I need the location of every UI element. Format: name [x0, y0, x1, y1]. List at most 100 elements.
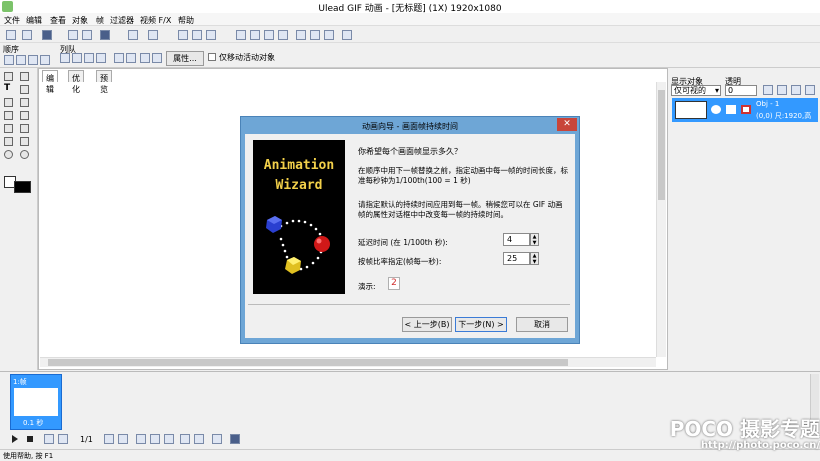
delete-icon[interactable]	[278, 30, 288, 40]
lock-icon[interactable]	[726, 105, 736, 114]
send-back-icon[interactable]	[40, 55, 50, 65]
export-icon[interactable]	[250, 30, 260, 40]
marquee-tool-icon[interactable]	[20, 72, 29, 81]
next-button[interactable]: 下一步(N) >	[455, 317, 507, 332]
add-video-icon[interactable]	[100, 30, 110, 40]
transparency-input[interactable]: 0	[725, 85, 757, 96]
back-button[interactable]: < 上一步(B)	[402, 317, 452, 332]
fps-label: 按帧比率指定(帧每一秒):	[358, 257, 442, 266]
duplicate-frame-icon[interactable]	[150, 434, 160, 444]
layer-add-icon[interactable]	[763, 85, 773, 95]
menu-file[interactable]: 文件	[4, 15, 20, 26]
web-icon[interactable]	[296, 30, 306, 40]
open-file-icon[interactable]	[22, 30, 32, 40]
tab-edit[interactable]: 编辑	[42, 70, 58, 94]
copy-icon[interactable]	[192, 30, 202, 40]
brush-tool-icon[interactable]	[4, 98, 13, 107]
send-backward-icon[interactable]	[28, 55, 38, 65]
reverse-icon[interactable]	[212, 434, 222, 444]
show-mode-select[interactable]: 仅可视的 ▾	[671, 85, 721, 96]
last-frame-icon[interactable]	[118, 434, 128, 444]
fps-input[interactable]: 25	[503, 252, 530, 265]
align-right-icon[interactable]	[84, 53, 94, 63]
undo-icon[interactable]	[128, 30, 138, 40]
eye-icon[interactable]	[711, 105, 721, 114]
frame-preview-image	[14, 388, 58, 416]
properties-button[interactable]: 属性...	[166, 51, 204, 66]
fps-stepper[interactable]: ▲ ▼	[530, 252, 539, 265]
cancel-button[interactable]: 取消	[516, 317, 568, 332]
tab-optimize[interactable]: 优化	[68, 70, 84, 94]
menu-view[interactable]: 查看	[50, 15, 66, 26]
actual-size-icon[interactable]	[20, 137, 29, 146]
help-pointer-icon[interactable]	[342, 30, 352, 40]
ellipse-tool-icon[interactable]	[20, 111, 29, 120]
layer-delete-icon[interactable]	[791, 85, 801, 95]
prev-frame-icon[interactable]	[58, 434, 68, 444]
delete-frame-icon[interactable]	[164, 434, 174, 444]
optimize-icon[interactable]	[310, 30, 320, 40]
crop-icon[interactable]	[264, 30, 274, 40]
layer-dup-icon[interactable]	[777, 85, 787, 95]
align-left-icon[interactable]	[60, 53, 70, 63]
eraser-tool-icon[interactable]	[4, 111, 13, 120]
first-frame-icon[interactable]	[44, 434, 54, 444]
canvas-vertical-scrollbar[interactable]	[656, 82, 666, 357]
play-icon[interactable]	[12, 435, 18, 443]
align-bottom-icon[interactable]	[126, 53, 136, 63]
menu-object[interactable]: 对象	[72, 15, 88, 26]
bring-front-icon[interactable]	[4, 55, 14, 65]
save-icon[interactable]	[42, 30, 52, 40]
save-gif-icon[interactable]	[236, 30, 246, 40]
move-active-only-checkbox[interactable]	[208, 53, 216, 61]
zoom-in-icon[interactable]	[4, 150, 13, 159]
tween-icon[interactable]	[180, 434, 190, 444]
text-tool-icon[interactable]: T	[4, 84, 13, 94]
redo-icon[interactable]	[148, 30, 158, 40]
wizard-title-line1: Animation	[263, 158, 335, 173]
delay-stepper[interactable]: ▲ ▼	[530, 233, 539, 246]
delay-label: 延迟时间 (在 1/100th 秒):	[358, 238, 448, 247]
cut-icon[interactable]	[178, 30, 188, 40]
next-frame-icon[interactable]	[104, 434, 114, 444]
bring-forward-icon[interactable]	[16, 55, 26, 65]
menu-video-fx[interactable]: 视频 F/X	[140, 15, 171, 26]
object-type-icon	[741, 105, 751, 114]
fill-tool-icon[interactable]	[4, 124, 13, 133]
frame-props-icon[interactable]	[230, 434, 240, 444]
text-banner-icon[interactable]	[194, 434, 204, 444]
browser-preview-icon[interactable]	[324, 30, 334, 40]
add-frame-icon[interactable]	[82, 30, 92, 40]
add-image-icon[interactable]	[68, 30, 78, 40]
align-top-icon[interactable]	[96, 53, 106, 63]
object-info: (0,0) 尺:1920,高	[756, 112, 812, 120]
eyedropper-tool-icon[interactable]	[4, 137, 13, 146]
add-frame-bottom-icon[interactable]	[136, 434, 146, 444]
pointer-tool-icon[interactable]	[4, 72, 13, 81]
delay-value: 4	[507, 235, 513, 244]
foreground-color-swatch[interactable]	[14, 181, 31, 193]
crop-tool-icon[interactable]	[20, 124, 29, 133]
tab-preview[interactable]: 预览	[96, 70, 112, 94]
menu-edit[interactable]: 编辑	[26, 15, 42, 26]
menu-help[interactable]: 帮助	[178, 15, 194, 26]
align-middle-icon[interactable]	[114, 53, 124, 63]
layer-props-icon[interactable]	[805, 85, 815, 95]
delay-input[interactable]: 4	[503, 233, 530, 246]
dialog-para2: 请指定默认的持续时间应用到每一帧。稍候您可以在 GIF 动画帧的属性对话框中中改…	[358, 200, 563, 219]
paste-icon[interactable]	[206, 30, 216, 40]
rotate-tool-icon[interactable]	[20, 85, 29, 94]
distribute-v-icon[interactable]	[152, 53, 162, 63]
distribute-h-icon[interactable]	[140, 53, 150, 63]
dialog-close-button[interactable]: ✕	[557, 118, 577, 131]
lasso-tool-icon[interactable]	[20, 98, 29, 107]
zoom-out-icon[interactable]	[20, 150, 29, 159]
object-thumbnail	[675, 101, 707, 119]
stop-icon[interactable]	[27, 436, 33, 442]
new-file-icon[interactable]	[6, 30, 16, 40]
move-active-only-label: 仅移动活动对象	[219, 53, 275, 62]
menu-filter[interactable]: 过滤器	[110, 15, 134, 26]
canvas-horizontal-scrollbar[interactable]	[40, 357, 656, 367]
align-center-icon[interactable]	[72, 53, 82, 63]
menu-frame[interactable]: 帧	[96, 15, 104, 26]
